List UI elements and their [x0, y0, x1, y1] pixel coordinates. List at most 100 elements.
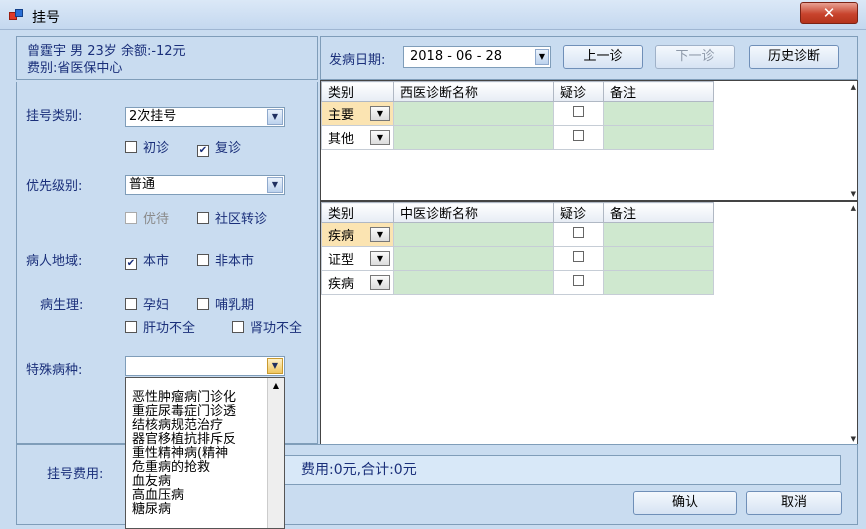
checkbox-box[interactable] — [125, 141, 137, 153]
vertical-scrollbar[interactable]: ▲ ▼ — [847, 202, 857, 445]
list-item[interactable]: 重性精神病(精神 — [126, 447, 284, 461]
scroll-down-icon[interactable]: ▼ — [851, 435, 856, 443]
liver-checkbox[interactable]: 肝功不全 — [125, 317, 195, 336]
category-cell[interactable]: 疾病 ▼ — [321, 270, 394, 295]
special-disease-select[interactable]: ▼ — [125, 356, 285, 376]
first-visit-checkbox[interactable]: 初诊 — [125, 137, 169, 156]
chevron-down-icon[interactable]: ▼ — [370, 106, 390, 121]
dropdown-scrollbar[interactable]: ▲ — [267, 378, 284, 528]
return-visit-label: 复诊 — [215, 141, 242, 156]
list-item[interactable]: 器官移植抗排斥反 — [126, 433, 284, 447]
check-icon[interactable]: ✔ — [197, 145, 209, 157]
physiology-label: 病生理: — [40, 298, 84, 313]
local-checkbox[interactable]: ✔ 本市 — [125, 250, 169, 270]
pregnant-checkbox[interactable]: 孕妇 — [125, 294, 169, 313]
remark-cell[interactable] — [603, 101, 714, 126]
chevron-down-icon[interactable]: ▼ — [370, 275, 390, 290]
table-row[interactable]: 疾病 ▼ — [321, 222, 714, 247]
suspected-checkbox[interactable] — [573, 251, 584, 262]
vertical-scrollbar[interactable]: ▲ ▼ — [847, 81, 857, 200]
checkbox-box[interactable] — [197, 212, 209, 224]
onset-date-picker[interactable]: 2018 - 06 - 28 ▼ — [403, 46, 551, 68]
table-row[interactable]: 疾病 ▼ — [321, 270, 714, 295]
suspected-cell[interactable] — [553, 125, 604, 150]
confirm-button[interactable]: 确认 — [633, 491, 737, 515]
list-item[interactable]: 血友病 — [126, 475, 284, 489]
history-diagnosis-button[interactable]: 历史诊断 — [749, 45, 839, 69]
kidney-checkbox[interactable]: 肾功不全 — [232, 317, 302, 336]
community-transfer-checkbox[interactable]: 社区转诊 — [197, 208, 267, 227]
category-value: 证型 — [328, 253, 355, 268]
checkbox-box[interactable] — [232, 321, 244, 333]
western-diagnosis-grid: 类别 西医诊断名称 疑诊 备注 主要 ▼ 其他 ▼ ▲ ▼ — [320, 80, 858, 201]
list-item[interactable]: 重症尿毒症门诊透 — [126, 405, 284, 419]
list-item[interactable]: 糖尿病 — [126, 503, 284, 517]
scroll-down-icon[interactable]: ▼ — [851, 190, 856, 198]
onset-date-label: 发病日期: — [329, 53, 386, 68]
check-icon[interactable]: ✔ — [125, 258, 137, 270]
cancel-button[interactable]: 取消 — [746, 491, 842, 515]
table-row[interactable]: 证型 ▼ — [321, 246, 714, 271]
suspected-cell[interactable] — [553, 246, 604, 271]
category-cell[interactable]: 疾病 ▼ — [321, 222, 394, 247]
category-value: 疾病 — [328, 229, 355, 244]
suspected-cell[interactable] — [553, 222, 604, 247]
grid-header: 疑诊 — [553, 81, 604, 102]
suspected-checkbox[interactable] — [573, 275, 584, 286]
chevron-down-icon[interactable]: ▼ — [267, 177, 283, 193]
list-item[interactable]: 危重病的抢救 — [126, 461, 284, 475]
grid-header: 西医诊断名称 — [393, 81, 554, 102]
prev-visit-button[interactable]: 上一诊 — [563, 45, 643, 69]
window-title: 挂号 — [32, 10, 60, 26]
scroll-up-icon[interactable]: ▲ — [851, 204, 856, 212]
checkbox-box[interactable] — [197, 254, 209, 266]
priority-select[interactable]: 普通 ▼ — [125, 175, 285, 195]
suspected-checkbox[interactable] — [573, 227, 584, 238]
remark-cell[interactable] — [603, 125, 714, 150]
category-cell[interactable]: 证型 ▼ — [321, 246, 394, 271]
chevron-down-icon[interactable]: ▼ — [370, 227, 390, 242]
checkbox-box[interactable] — [125, 298, 137, 310]
remark-cell[interactable] — [603, 246, 714, 271]
nonlocal-checkbox[interactable]: 非本市 — [197, 250, 254, 269]
chevron-down-icon[interactable]: ▼ — [267, 109, 283, 125]
fee-label: 挂号费用: — [47, 467, 104, 482]
lactation-checkbox[interactable]: 哺乳期 — [197, 294, 254, 313]
suspected-cell[interactable] — [553, 270, 604, 295]
register-type-select[interactable]: 2次挂号 ▼ — [125, 107, 285, 127]
category-cell[interactable]: 主要 ▼ — [321, 101, 394, 126]
diagnosis-name-cell[interactable] — [393, 222, 554, 247]
diagnosis-name-cell[interactable] — [393, 125, 554, 150]
chevron-down-icon[interactable]: ▼ — [370, 251, 390, 266]
chevron-down-icon[interactable]: ▼ — [535, 49, 549, 65]
liver-label: 肝功不全 — [143, 321, 196, 336]
close-button[interactable]: ✕ — [800, 2, 858, 24]
nonlocal-label: 非本市 — [215, 254, 255, 269]
suspected-checkbox[interactable] — [573, 130, 584, 141]
remark-cell[interactable] — [603, 222, 714, 247]
suspected-checkbox[interactable] — [573, 106, 584, 117]
table-row[interactable]: 主要 ▼ — [321, 101, 714, 126]
checkbox-box[interactable] — [125, 321, 137, 333]
list-item[interactable]: 结核病规范治疗 — [126, 419, 284, 433]
scroll-up-icon[interactable]: ▲ — [851, 83, 856, 91]
category-cell[interactable]: 其他 ▼ — [321, 125, 394, 150]
grid-header: 类别 — [321, 81, 394, 102]
checkbox-box[interactable] — [197, 298, 209, 310]
lactation-label: 哺乳期 — [215, 298, 255, 313]
remark-cell[interactable] — [603, 270, 714, 295]
diagnosis-name-cell[interactable] — [393, 270, 554, 295]
special-disease-dropdown[interactable]: 恶性肿瘤病门诊化 重症尿毒症门诊透 结核病规范治疗 器官移植抗排斥反 重性精神病… — [125, 377, 285, 529]
table-row[interactable]: 其他 ▼ — [321, 125, 714, 150]
list-item[interactable]: 恶性肿瘤病门诊化 — [126, 391, 284, 405]
list-item[interactable]: 高血压病 — [126, 489, 284, 503]
scroll-up-icon[interactable]: ▲ — [268, 378, 284, 394]
diagnosis-name-cell[interactable] — [393, 101, 554, 126]
chevron-down-icon[interactable]: ▼ — [370, 130, 390, 145]
register-type-value: 2次挂号 — [129, 109, 177, 124]
suspected-cell[interactable] — [553, 101, 604, 126]
return-visit-checkbox[interactable]: ✔ 复诊 — [197, 137, 241, 157]
diagnosis-name-cell[interactable] — [393, 246, 554, 271]
chevron-down-icon[interactable]: ▼ — [267, 358, 283, 374]
local-label: 本市 — [143, 254, 170, 269]
